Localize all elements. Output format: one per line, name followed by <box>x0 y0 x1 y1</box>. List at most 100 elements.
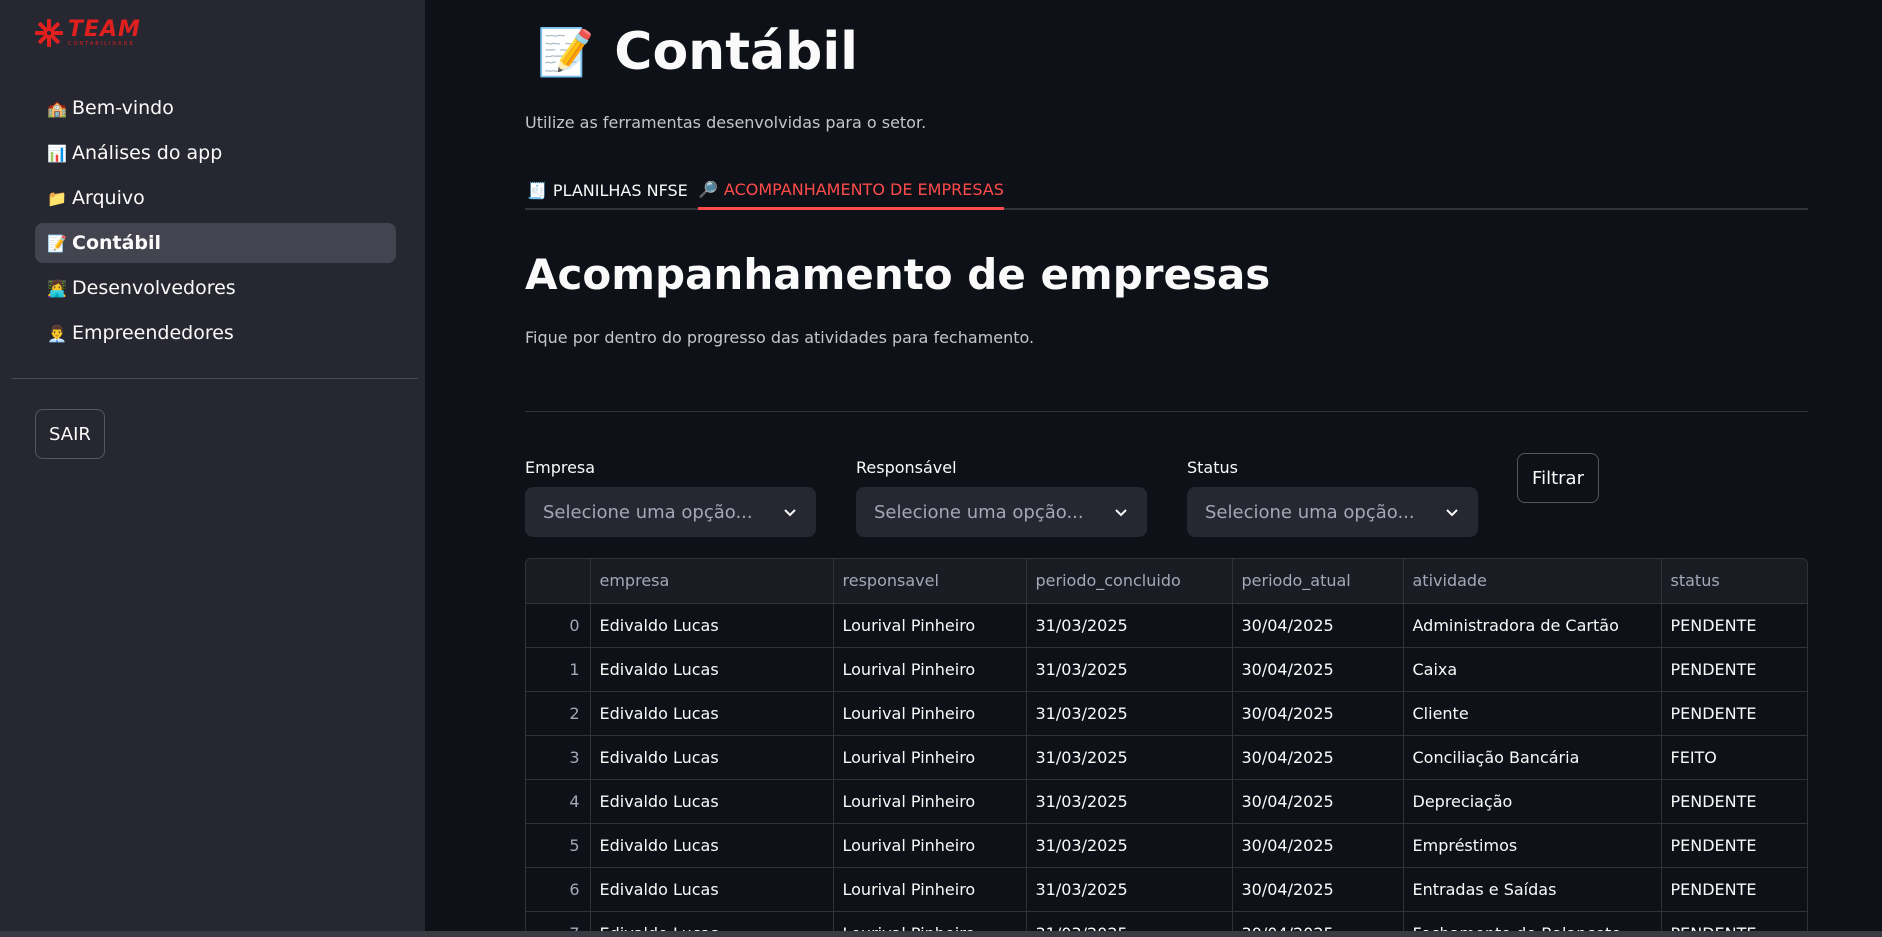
row-index[interactable]: 0 <box>526 603 591 648</box>
chevron-down-icon <box>1446 509 1458 517</box>
table-cell-empresa[interactable]: Edivaldo Lucas <box>590 823 834 868</box>
logout-button[interactable]: SAIR <box>35 409 105 459</box>
select-placeholder: Selecione uma opção... <box>543 501 753 523</box>
table-cell-periodo-concluido[interactable]: 31/03/2025 <box>1026 647 1233 692</box>
table-row[interactable]: 6 Edivaldo Lucas Lourival Pinheiro 31/03/20… <box>526 867 1807 912</box>
column-header[interactable]: empresa <box>590 559 834 604</box>
tab-bar: 🧾 PLANILHAS NFSE 🔎 ACOMPANHAMENTO DE EMP… <box>525 160 1808 210</box>
table-cell-atividade[interactable]: Depreciação <box>1403 779 1662 824</box>
data-table[interactable]: empresa responsavel periodo_concluido pe… <box>525 558 1808 937</box>
row-index[interactable]: 1 <box>526 647 591 692</box>
table-cell-atividade[interactable]: Empréstimos <box>1403 823 1662 868</box>
table-cell-empresa[interactable]: Edivaldo Lucas <box>590 691 834 736</box>
table-cell-status[interactable]: PENDENTE <box>1661 603 1807 648</box>
table-cell-atividade[interactable]: Caixa <box>1403 647 1662 692</box>
sidebar-item-desenvolvedores[interactable]: 👩‍💻 Desenvolvedores <box>35 268 396 308</box>
table-cell-atividade[interactable]: Entradas e Saídas <box>1403 867 1662 912</box>
logo-wordmark: TEAM <box>68 17 141 42</box>
sidebar-item-arquivo[interactable]: 📁 Arquivo <box>35 178 396 218</box>
table-cell-empresa[interactable]: Edivaldo Lucas <box>590 779 834 824</box>
table-cell-status[interactable]: PENDENTE <box>1661 867 1807 912</box>
bar-chart-icon: 📊 <box>47 143 67 163</box>
section-title: Acompanhamento de empresas <box>525 250 1271 299</box>
table-cell-periodo-concluido[interactable]: 31/03/2025 <box>1026 735 1233 780</box>
column-header[interactable]: atividade <box>1403 559 1662 604</box>
sidebar-item-contabil[interactable]: 📝 Contábil <box>35 223 396 263</box>
table-cell-responsavel[interactable]: Lourival Pinheiro <box>833 691 1027 736</box>
table-cell-periodo-concluido[interactable]: 31/03/2025 <box>1026 691 1233 736</box>
table-cell-periodo-atual[interactable]: 30/04/2025 <box>1232 691 1404 736</box>
table-cell-empresa[interactable]: Edivaldo Lucas <box>590 647 834 692</box>
table-cell-atividade[interactable]: Administradora de Cartão <box>1403 603 1662 648</box>
section-subtitle: Fique por dentro do progresso das ativid… <box>525 328 1035 347</box>
table-cell-periodo-atual[interactable]: 30/04/2025 <box>1232 867 1404 912</box>
sidebar-item-label: Análises do app <box>72 142 223 164</box>
memo-icon: 📝 <box>537 24 595 79</box>
row-index[interactable]: 5 <box>526 823 591 868</box>
receipt-icon: 🧾 <box>527 180 547 200</box>
tab-planilhas-nfse[interactable]: 🧾 PLANILHAS NFSE <box>527 172 688 208</box>
table-cell-responsavel[interactable]: Lourival Pinheiro <box>833 823 1027 868</box>
logo-subtitle: CONTABILIDADE <box>68 41 135 47</box>
status-select[interactable]: Selecione uma opção... <box>1187 487 1478 537</box>
table-cell-periodo-concluido[interactable]: 31/03/2025 <box>1026 779 1233 824</box>
column-header[interactable]: status <box>1661 559 1807 604</box>
table-cell-responsavel[interactable]: Lourival Pinheiro <box>833 735 1027 780</box>
column-header[interactable]: periodo_atual <box>1232 559 1404 604</box>
sidebar-item-empreendedores[interactable]: 👨‍💼 Empreendedores <box>35 313 396 353</box>
school-icon: 🏫 <box>47 98 67 118</box>
table-cell-periodo-atual[interactable]: 30/04/2025 <box>1232 603 1404 648</box>
filter-button[interactable]: Filtrar <box>1517 453 1599 503</box>
table-cell-empresa[interactable]: Edivaldo Lucas <box>590 867 834 912</box>
sidebar-item-analises[interactable]: 📊 Análises do app <box>35 133 396 173</box>
table-row[interactable]: 4 Edivaldo Lucas Lourival Pinheiro 31/03/20… <box>526 779 1807 824</box>
table-cell-responsavel[interactable]: Lourival Pinheiro <box>833 779 1027 824</box>
table-cell-status[interactable]: FEITO <box>1661 735 1807 780</box>
table-cell-periodo-atual[interactable]: 30/04/2025 <box>1232 823 1404 868</box>
table-cell-status[interactable]: PENDENTE <box>1661 691 1807 736</box>
table-cell-periodo-concluido[interactable]: 31/03/2025 <box>1026 867 1233 912</box>
responsavel-filter-label: Responsável <box>856 458 957 477</box>
folder-icon: 📁 <box>47 188 67 208</box>
chevron-down-icon <box>1115 509 1127 517</box>
column-header[interactable]: periodo_concluido <box>1026 559 1233 604</box>
status-filter-label: Status <box>1187 458 1238 477</box>
table-cell-periodo-concluido[interactable]: 31/03/2025 <box>1026 823 1233 868</box>
tab-acompanhamento-empresas[interactable]: 🔎 ACOMPANHAMENTO DE EMPRESAS <box>698 172 1004 210</box>
horizontal-scrollbar[interactable] <box>0 931 1882 937</box>
table-cell-atividade[interactable]: Cliente <box>1403 691 1662 736</box>
table-cell-status[interactable]: PENDENTE <box>1661 823 1807 868</box>
table-row[interactable]: 5 Edivaldo Lucas Lourival Pinheiro 31/03/20… <box>526 823 1807 868</box>
table-row[interactable]: 3 Edivaldo Lucas Lourival Pinheiro 31/03/20… <box>526 735 1807 780</box>
index-header <box>526 559 591 604</box>
table-cell-periodo-atual[interactable]: 30/04/2025 <box>1232 779 1404 824</box>
sidebar-item-label: Desenvolvedores <box>72 277 236 299</box>
status-filter: Status Selecione uma opção... <box>1187 458 1478 537</box>
table-cell-empresa[interactable]: Edivaldo Lucas <box>590 603 834 648</box>
table-cell-periodo-atual[interactable]: 30/04/2025 <box>1232 735 1404 780</box>
column-header[interactable]: responsavel <box>833 559 1027 604</box>
table-cell-responsavel[interactable]: Lourival Pinheiro <box>833 647 1027 692</box>
table-cell-periodo-atual[interactable]: 30/04/2025 <box>1232 647 1404 692</box>
row-index[interactable]: 4 <box>526 779 591 824</box>
table-cell-periodo-concluido[interactable]: 31/03/2025 <box>1026 603 1233 648</box>
developer-icon: 👩‍💻 <box>47 278 67 298</box>
row-index[interactable]: 6 <box>526 867 591 912</box>
chevron-down-icon <box>784 509 796 517</box>
sidebar-item-bem-vindo[interactable]: 🏫 Bem-vindo <box>35 88 396 128</box>
table-cell-responsavel[interactable]: Lourival Pinheiro <box>833 867 1027 912</box>
empresa-select[interactable]: Selecione uma opção... <box>525 487 816 537</box>
responsavel-select[interactable]: Selecione uma opção... <box>856 487 1147 537</box>
page-title: 📝 Contábil <box>537 22 858 82</box>
team-logo[interactable]: TEAM CONTABILIDADE <box>34 18 141 48</box>
table-cell-responsavel[interactable]: Lourival Pinheiro <box>833 603 1027 648</box>
table-cell-atividade[interactable]: Conciliação Bancária <box>1403 735 1662 780</box>
row-index[interactable]: 3 <box>526 735 591 780</box>
table-row[interactable]: 1 Edivaldo Lucas Lourival Pinheiro 31/03/20… <box>526 647 1807 692</box>
table-cell-empresa[interactable]: Edivaldo Lucas <box>590 735 834 780</box>
row-index[interactable]: 2 <box>526 691 591 736</box>
table-cell-status[interactable]: PENDENTE <box>1661 779 1807 824</box>
table-cell-status[interactable]: PENDENTE <box>1661 647 1807 692</box>
table-row[interactable]: 2 Edivaldo Lucas Lourival Pinheiro 31/03/20… <box>526 691 1807 736</box>
table-row[interactable]: 0 Edivaldo Lucas Lourival Pinheiro 31/03/20… <box>526 603 1807 648</box>
